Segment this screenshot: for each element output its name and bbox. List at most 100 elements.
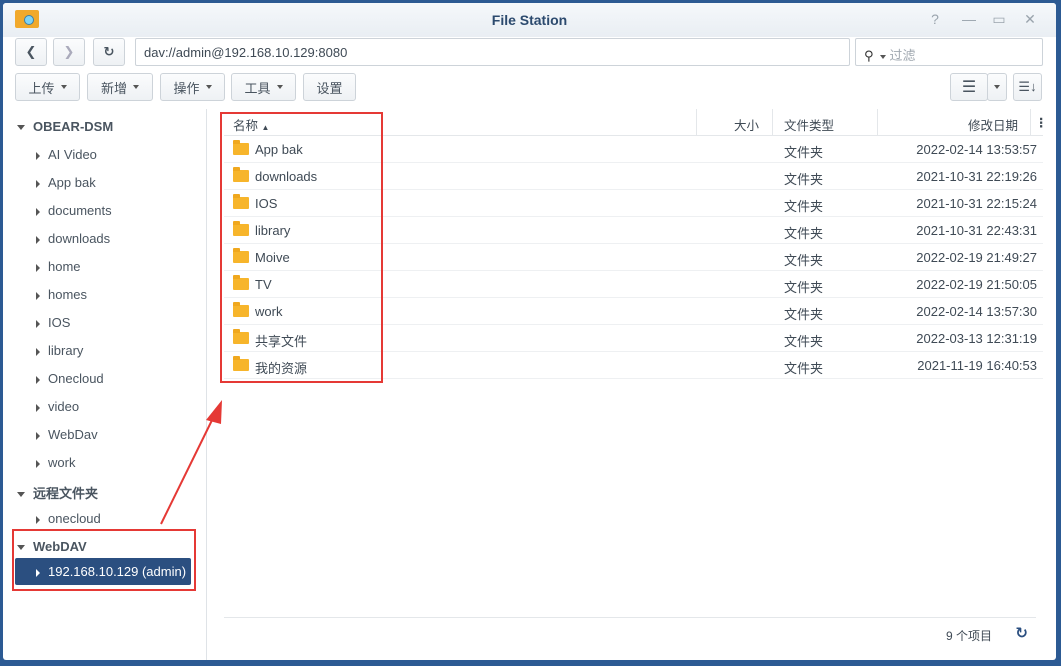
file-list: 名称 ▲ 大小 文件类型 修改日期 ⋮ App bak 文件夹 2022-02-… [224,109,1048,379]
column-type[interactable]: 文件类型 [784,115,834,134]
view-mode-dropdown[interactable] [987,73,1007,101]
close-icon[interactable]: ✕ [1020,11,1040,28]
file-type: 文件夹 [784,172,824,187]
folder-icon [233,302,249,317]
file-modified: 2022-02-14 13:53:57 [916,142,1037,157]
tools-label: 工具 [244,80,271,96]
upload-label: 上传 [28,80,55,96]
tree-item[interactable]: AI Video [36,147,97,162]
chevron-left-icon: ❮ [25,44,37,59]
forward-button[interactable]: ❯ [53,38,85,66]
path-input[interactable]: dav://admin@192.168.10.129:8080 [135,38,850,66]
tree-group-obear-dsm[interactable]: OBEAR-DSM [17,119,113,134]
view-mode-button[interactable]: ☰ [950,73,988,101]
tree-item-webdav-server[interactable]: 192.168.10.129 (admin) [15,558,191,585]
tree-item[interactable]: work [36,455,75,470]
settings-button[interactable]: 设置 [303,73,356,101]
item-count: 9 个项目 [945,629,992,643]
table-row[interactable]: 我的资源 文件夹 2021-11-19 16:40:53 [224,352,1043,379]
list-header: 名称 ▲ 大小 文件类型 修改日期 ⋮ [224,109,1048,136]
tree-group-webdav[interactable]: WebDAV [17,539,87,554]
column-divider [696,109,697,136]
tree-item[interactable]: library [36,343,83,358]
minimize-icon[interactable]: — [959,11,979,27]
file-name: work [255,304,283,319]
column-menu-icon[interactable]: ⋮ [1035,115,1048,130]
sort-asc-icon: ▲ [261,123,270,132]
tree-item[interactable]: Onecloud [36,371,104,386]
column-name[interactable]: 名称 ▲ [233,115,269,134]
folder-icon [233,248,249,263]
create-label: 新增 [100,80,127,96]
tree-item[interactable]: App bak [36,175,96,190]
back-button[interactable]: ❮ [15,38,47,66]
tools-button[interactable]: 工具 [231,73,296,101]
column-size[interactable]: 大小 [734,115,759,134]
file-type: 文件夹 [784,145,824,160]
tree-item[interactable]: downloads [36,231,110,246]
title-bar: File Station ? — ▭ ✕ [3,3,1056,37]
table-row[interactable]: App bak 文件夹 2022-02-14 13:53:57 [224,136,1043,163]
file-type: 文件夹 [784,253,824,268]
column-divider [877,109,878,136]
tree-item[interactable]: WebDav [36,427,98,442]
action-button[interactable]: 操作 [160,73,225,101]
refresh-button[interactable]: ↻ [93,38,125,66]
create-button[interactable]: 新增 [87,73,153,101]
maximize-icon[interactable]: ▭ [989,11,1009,28]
tree-item[interactable]: homes [36,287,87,302]
table-row[interactable]: Moive 文件夹 2022-02-19 21:49:27 [224,244,1043,271]
tree-item[interactable]: home [36,259,81,274]
file-type: 文件夹 [784,199,824,214]
chevron-right-icon: ❯ [63,44,75,59]
file-type: 文件夹 [784,226,824,241]
file-modified: 2021-10-31 22:19:26 [916,169,1037,184]
window-title: File Station [491,12,568,28]
file-modified: 2022-02-14 13:57:30 [916,304,1037,319]
file-type: 文件夹 [784,307,824,322]
chevron-down-icon [60,85,67,89]
file-type: 文件夹 [784,334,824,349]
tree-item[interactable]: video [36,399,79,414]
tree-item-onecloud[interactable]: onecloud [36,511,101,526]
file-modified: 2022-03-13 12:31:19 [916,331,1037,346]
column-modified[interactable]: 修改日期 [968,115,1018,134]
chevron-down-icon [205,85,212,89]
file-name: 我的资源 [255,361,308,376]
file-name: downloads [255,169,318,184]
table-row[interactable]: 共享文件 文件夹 2022-03-13 12:31:19 [224,325,1043,352]
settings-label: 设置 [316,80,343,96]
table-row[interactable]: IOS 文件夹 2021-10-31 22:15:24 [224,190,1043,217]
filter-input[interactable]: ⚲ 过滤 [855,38,1043,66]
file-name: App bak [255,142,303,157]
file-name: IOS [255,196,278,211]
status-bar: 9 个项目 ↻ [224,617,1036,647]
folder-icon [233,275,249,290]
help-icon[interactable]: ? [925,11,945,27]
file-modified: 2021-11-19 16:40:53 [917,358,1037,373]
folder-icon [233,221,249,236]
file-modified: 2021-10-31 22:15:24 [916,196,1037,211]
file-station-window: File Station ? — ▭ ✕ ❮ ❯ ↻ dav://admin@1… [3,3,1056,660]
refresh-icon[interactable]: ↻ [1015,624,1028,642]
tree-item[interactable]: IOS [36,315,70,330]
folder-icon [233,194,249,209]
folder-icon [233,167,249,182]
chevron-down-icon [994,85,1000,89]
tree-group-remote-folders[interactable]: 远程文件夹 [17,483,98,502]
tree-item[interactable]: documents [36,203,112,218]
table-row[interactable]: TV 文件夹 2022-02-19 21:50:05 [224,271,1043,298]
chevron-down-icon [133,85,139,89]
file-modified: 2022-02-19 21:49:27 [916,250,1037,265]
folder-icon [233,329,249,344]
upload-button[interactable]: 上传 [15,73,80,101]
file-name: library [255,223,291,238]
list-view-icon: ☰ [961,79,977,96]
sort-button[interactable]: ☰↓ [1013,73,1042,101]
table-row[interactable]: work 文件夹 2022-02-14 13:57:30 [224,298,1043,325]
sort-icon: ☰↓ [1018,79,1037,94]
sidebar-tree: OBEAR-DSM AI Video App bak documents downlo… [3,109,207,660]
table-row[interactable]: library 文件夹 2021-10-31 22:43:31 [224,217,1043,244]
table-row[interactable]: downloads 文件夹 2021-10-31 22:19:26 [224,163,1043,190]
file-modified: 2021-10-31 22:43:31 [916,223,1037,238]
